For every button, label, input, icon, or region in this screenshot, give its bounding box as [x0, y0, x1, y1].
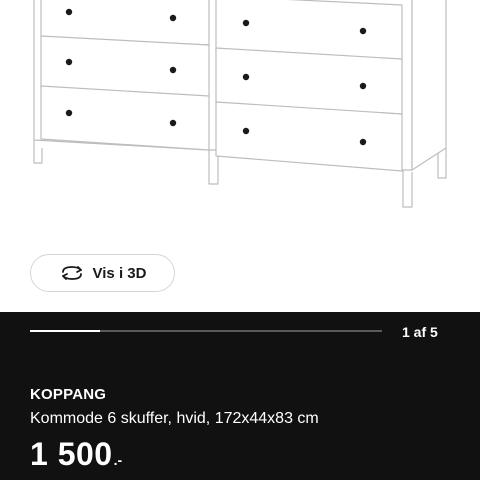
rotate-3d-icon	[59, 264, 85, 282]
price-suffix: .-	[113, 452, 123, 468]
gallery-progress-fill	[30, 330, 101, 332]
view-in-3d-button[interactable]: Vis i 3D	[30, 254, 175, 292]
product-name: KOPPANG	[30, 386, 107, 403]
price-amount: 1 500	[30, 436, 113, 472]
product-price: 1 500 .-	[30, 436, 122, 473]
product-description: Kommode 6 skuffer, hvid, 172x44x83 cm	[30, 410, 319, 427]
view-in-3d-label: Vis i 3D	[92, 264, 147, 282]
gallery-page-indicator: 1 af 5	[402, 324, 438, 340]
gallery-progress-bar[interactable]	[30, 330, 382, 332]
product-image	[33, 0, 447, 208]
product-image-area[interactable]: Vis i 3D	[0, 0, 480, 312]
dresser	[33, 0, 447, 208]
